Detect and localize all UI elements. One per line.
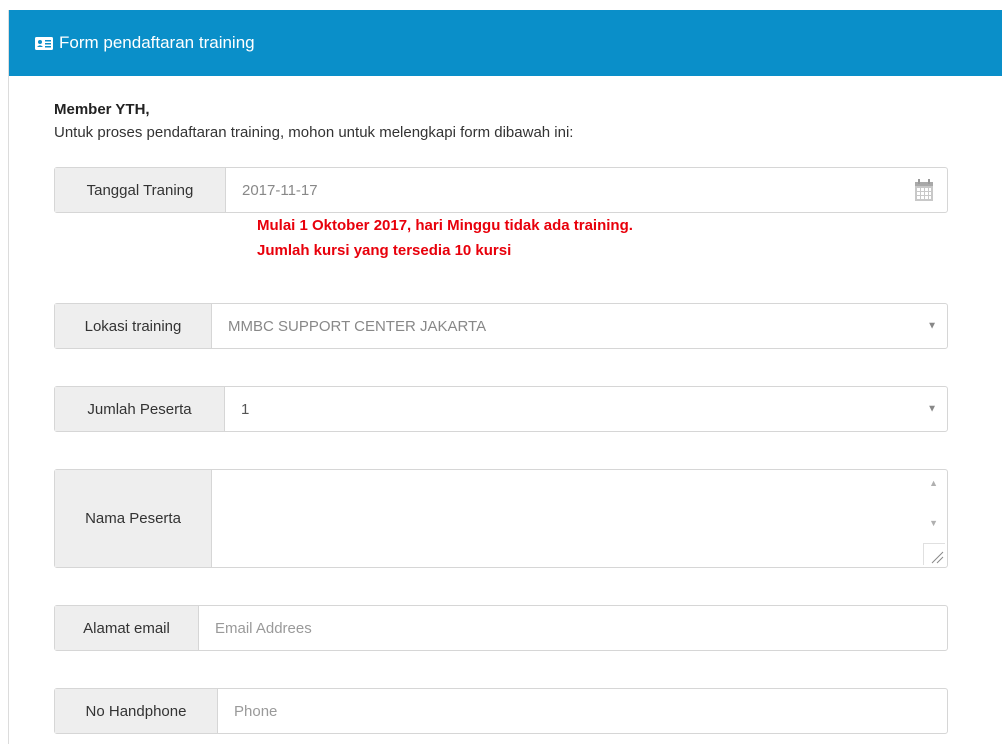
scroll-up-icon[interactable]: ▲ bbox=[929, 478, 938, 488]
phone-field-wrap bbox=[218, 689, 947, 733]
intro-text: Untuk proses pendaftaran training, mohon… bbox=[54, 124, 574, 141]
location-select[interactable]: MMBC SUPPORT CENTER JAKARTA ▼ bbox=[212, 304, 947, 348]
location-field-label: Lokasi training bbox=[55, 304, 212, 348]
names-field-group: Nama Peserta ▲ ▼ bbox=[54, 469, 948, 568]
date-field-label: Tanggal Traning bbox=[55, 168, 226, 212]
names-field-label: Nama Peserta bbox=[55, 470, 212, 567]
calendar-icon[interactable] bbox=[915, 179, 933, 201]
panel-title: Form pendaftaran training bbox=[59, 33, 255, 52]
phone-field-label: No Handphone bbox=[55, 689, 218, 733]
email-field-group: Alamat email bbox=[54, 605, 948, 651]
resize-handle-icon[interactable] bbox=[923, 543, 945, 565]
email-field-wrap bbox=[199, 606, 947, 650]
chevron-down-icon: ▼ bbox=[927, 320, 937, 332]
notice-line-1: Mulai 1 Oktober 2017, hari Minggu tidak … bbox=[257, 217, 633, 234]
phone-input[interactable] bbox=[234, 702, 947, 720]
participants-field-label: Jumlah Peserta bbox=[55, 387, 225, 431]
panel-header: Form pendaftaran training bbox=[9, 10, 1002, 76]
scroll-down-icon[interactable]: ▼ bbox=[929, 518, 938, 528]
email-input[interactable] bbox=[215, 619, 947, 637]
id-card-icon bbox=[35, 36, 53, 50]
participants-value: 1 bbox=[241, 400, 250, 418]
textarea-scrollbar[interactable]: ▲ ▼ bbox=[921, 470, 947, 567]
location-value: MMBC SUPPORT CENTER JAKARTA bbox=[228, 317, 487, 335]
email-field-label: Alamat email bbox=[55, 606, 199, 650]
date-value: 2017-11-17 bbox=[242, 181, 318, 199]
date-field-group: Tanggal Traning 2017-11-17 bbox=[54, 167, 948, 213]
participants-select[interactable]: 1 ▼ bbox=[225, 387, 947, 431]
location-field-group: Lokasi training MMBC SUPPORT CENTER JAKA… bbox=[54, 303, 948, 349]
phone-field-group: No Handphone bbox=[54, 688, 948, 734]
chevron-down-icon: ▼ bbox=[927, 403, 937, 415]
names-textarea[interactable]: ▲ ▼ bbox=[212, 470, 947, 567]
date-input[interactable]: 2017-11-17 bbox=[226, 168, 947, 212]
notice-line-2: Jumlah kursi yang tersedia 10 kursi bbox=[257, 242, 512, 259]
greeting-text: Member YTH, bbox=[54, 101, 150, 118]
participants-field-group: Jumlah Peserta 1 ▼ bbox=[54, 386, 948, 432]
